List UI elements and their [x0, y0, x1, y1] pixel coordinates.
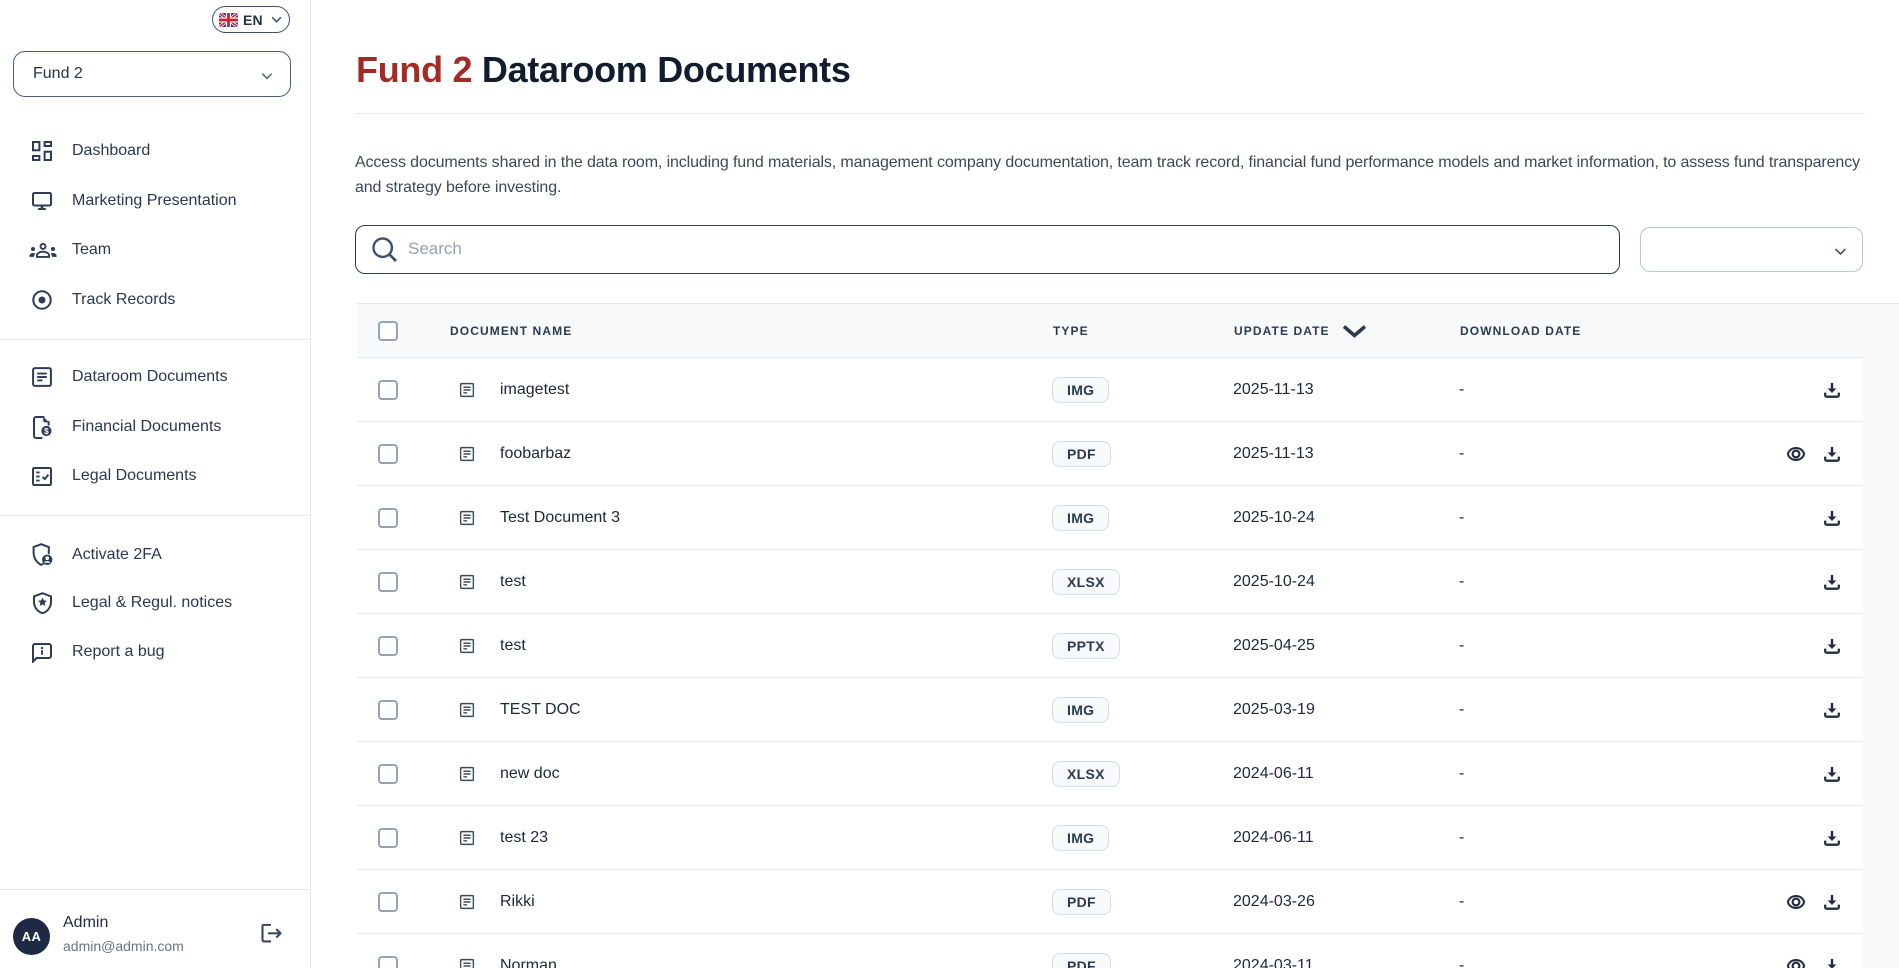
svg-text:$: $: [44, 427, 49, 436]
